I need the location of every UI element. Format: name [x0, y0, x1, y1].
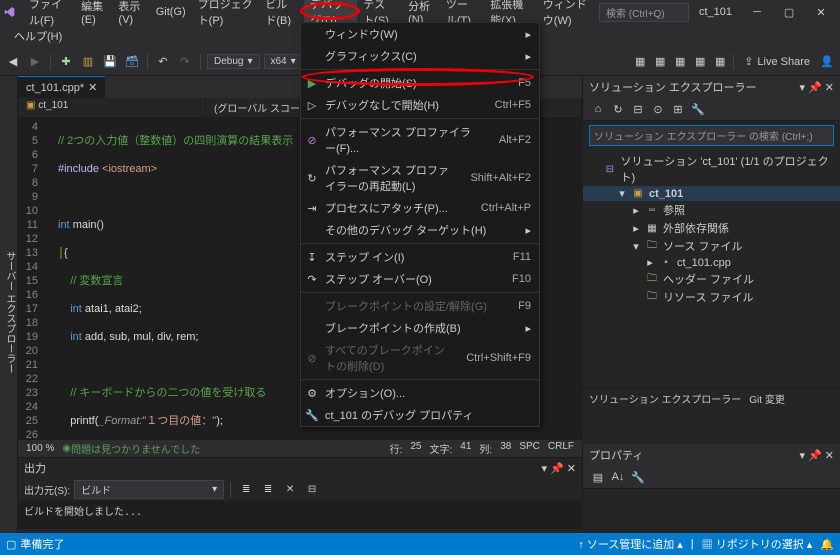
- tab-git-changes[interactable]: Git 変更: [749, 391, 785, 406]
- output-title: 出力: [24, 460, 46, 476]
- solution-search[interactable]: ソリューション エクスプローラー の検索 (Ctrl+;): [589, 125, 834, 146]
- tree-references[interactable]: ▸▫▫参照: [583, 201, 840, 219]
- close-tab-icon[interactable]: ✕: [88, 81, 97, 94]
- close-button[interactable]: ✕: [806, 2, 836, 22]
- tb-btn-1[interactable]: ▦: [631, 53, 649, 71]
- menu-git[interactable]: Git(G): [150, 4, 192, 20]
- platform-select[interactable]: x64▾: [264, 54, 303, 69]
- tb-btn-5[interactable]: ▦: [711, 53, 729, 71]
- mi-start-debug[interactable]: ▶デバッグの開始(S)F5: [301, 72, 539, 94]
- status-bell-icon[interactable]: 🔔: [820, 538, 834, 551]
- menu-view[interactable]: 表示(V): [112, 0, 149, 28]
- menu-help[interactable]: ヘルプ(H): [8, 26, 68, 46]
- output-tb-1[interactable]: ≣: [237, 481, 255, 499]
- debug-menu: ウィンドウ(W)▸ グラフィックス(C)▸ ▶デバッグの開始(S)F5 ▷デバッ…: [300, 22, 540, 427]
- mi-relaunch-profiler[interactable]: ↻パフォーマンス プロファイラーの再起動(L)Shift+Alt+F2: [301, 159, 539, 197]
- tree-project[interactable]: ▾▣ct_101: [583, 186, 840, 201]
- output-tb-3[interactable]: ✕: [281, 481, 299, 499]
- se-tb2[interactable]: ↻: [609, 100, 627, 118]
- titlebar: ファイル(F) 編集(E) 表示(V) Git(G) プロジェクト(P) ビルド…: [0, 0, 840, 24]
- menu-edit[interactable]: 編集(E): [75, 0, 112, 28]
- mi-step-into[interactable]: ↧ステップ イン(I)F11: [301, 246, 539, 268]
- open-button[interactable]: ▥: [79, 53, 97, 71]
- prop-cat[interactable]: ▤: [589, 468, 607, 486]
- output-source-select[interactable]: ビルド▾: [74, 480, 224, 499]
- solution-tree[interactable]: ⊟ソリューション 'ct_101' (1/1 のプロジェクト) ▾▣ct_101…: [583, 150, 840, 308]
- config-select[interactable]: Debug▾: [207, 54, 260, 69]
- vs-logo-icon: [4, 4, 15, 20]
- server-explorer-rail[interactable]: サーバー エクスプローラー: [0, 76, 18, 549]
- mi-perf-profiler[interactable]: ⊘パフォーマンス プロファイラー(F)...Alt+F2: [301, 121, 539, 159]
- mi-start-without-debug[interactable]: ▷デバッグなしで開始(H)Ctrl+F5: [301, 94, 539, 116]
- mi-step-over[interactable]: ↷ステップ オーバー(O)F10: [301, 268, 539, 290]
- output-tb-4[interactable]: ⊟: [303, 481, 321, 499]
- tree-solution[interactable]: ⊟ソリューション 'ct_101' (1/1 のプロジェクト): [583, 152, 840, 186]
- mi-graphics[interactable]: グラフィックス(C)▸: [301, 45, 539, 67]
- menu-build[interactable]: ビルド(B): [259, 0, 304, 30]
- menu-project[interactable]: プロジェクト(P): [192, 0, 260, 30]
- tb-btn-4[interactable]: ▦: [691, 53, 709, 71]
- mi-new-bp[interactable]: ブレークポイントの作成(B)▸: [301, 317, 539, 339]
- solution-name: ct_101: [691, 6, 740, 18]
- scope-project[interactable]: ▣ ct_101: [18, 98, 206, 117]
- output-body[interactable]: ビルドを開始しました...: [18, 501, 582, 529]
- maximize-button[interactable]: ▢: [774, 2, 804, 22]
- prop-pin-icon[interactable]: ▾ 📌 ✕: [799, 449, 834, 462]
- mi-delete-bp: ⊘すべてのブレークポイントの削除(D)Ctrl+Shift+F9: [301, 339, 539, 377]
- nav-forward-button[interactable]: ▶: [26, 53, 44, 71]
- save-button[interactable]: 💾: [101, 53, 119, 71]
- menu-window[interactable]: ウィンドウ(W): [537, 0, 599, 30]
- se-tb5[interactable]: ⊞: [669, 100, 687, 118]
- tab-ct101[interactable]: ct_101.cpp*✕: [18, 76, 105, 98]
- properties-title: プロパティ: [589, 447, 643, 463]
- se-tb4[interactable]: ⊙: [649, 100, 667, 118]
- pin-icon[interactable]: ▾ 📌 ✕: [799, 81, 834, 94]
- se-home[interactable]: ⌂: [589, 100, 607, 118]
- status-ready: 準備完了: [20, 536, 64, 552]
- output-pin-icon[interactable]: ▾ 📌 ✕: [541, 462, 576, 475]
- nav-back-button[interactable]: ◀: [4, 53, 22, 71]
- se-tb3[interactable]: ⊟: [629, 100, 647, 118]
- output-tb-2[interactable]: ≣: [259, 481, 277, 499]
- redo-button[interactable]: ↷: [176, 53, 194, 71]
- status-ready-icon: ▢: [6, 538, 16, 551]
- save-all-button[interactable]: 🗃: [123, 53, 141, 71]
- live-share-button[interactable]: ⇪Live Share: [738, 55, 816, 68]
- live-share-icon: ⇪: [744, 55, 753, 68]
- se-tb6[interactable]: 🔧: [689, 100, 707, 118]
- statusbar: ▢ 準備完了 ↑ ソース管理に追加 ▴ | ▦ リポジトリの選択 ▴ 🔔: [0, 533, 840, 555]
- mi-windows[interactable]: ウィンドウ(W)▸: [301, 23, 539, 45]
- tree-header-folder[interactable]: 🗀ヘッダー ファイル: [583, 270, 840, 288]
- minimize-button[interactable]: ─: [742, 2, 772, 22]
- undo-button[interactable]: ↶: [154, 53, 172, 71]
- mi-toggle-bp: ブレークポイントの設定/解除(G)F9: [301, 295, 539, 317]
- tree-resource-folder[interactable]: 🗀リソース ファイル: [583, 288, 840, 306]
- status-repo-select[interactable]: ▦ リポジトリの選択 ▴: [702, 536, 813, 552]
- tb-btn-2[interactable]: ▦: [651, 53, 669, 71]
- mi-debug-props[interactable]: 🔧ct_101 のデバッグ プロパティ: [301, 404, 539, 426]
- search-box[interactable]: 検索 (Ctrl+Q): [599, 3, 689, 22]
- tb-btn-3[interactable]: ▦: [671, 53, 689, 71]
- prop-az[interactable]: A↓: [609, 468, 627, 486]
- prop-wrench[interactable]: 🔧: [629, 468, 647, 486]
- new-project-button[interactable]: ✚: [57, 53, 75, 71]
- mi-options[interactable]: ⚙オプション(O)...: [301, 382, 539, 404]
- line-gutter: 4567891011121314151617181920212223242526…: [18, 118, 42, 439]
- status-source-control[interactable]: ↑ ソース管理に追加 ▴: [578, 536, 683, 552]
- tab-sln-explorer[interactable]: ソリューション エクスプローラー: [589, 391, 741, 406]
- mi-attach[interactable]: ⇥プロセスにアタッチ(P)...Ctrl+Alt+P: [301, 197, 539, 219]
- tree-source-file[interactable]: ▸▪ct_101.cpp: [583, 255, 840, 270]
- solution-explorer-title: ソリューション エクスプローラー: [589, 79, 757, 95]
- mi-other-targets[interactable]: その他のデバッグ ターゲット(H)▸: [301, 219, 539, 241]
- account-button[interactable]: 👤: [818, 53, 836, 71]
- tree-source-folder[interactable]: ▾🗀ソース ファイル: [583, 237, 840, 255]
- tree-external[interactable]: ▸▦外部依存関係: [583, 219, 840, 237]
